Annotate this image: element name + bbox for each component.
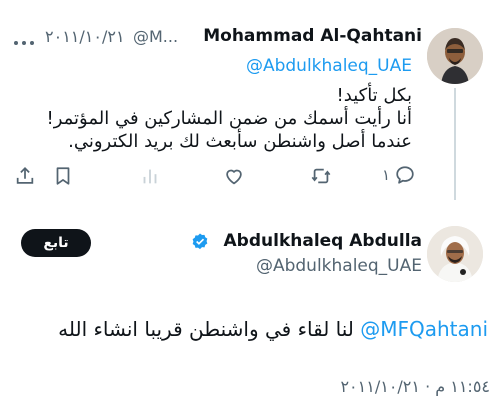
tweet-1-line-2: أنا رأيت أسمك من ضمن المشاركين في المؤتم… [46,108,412,129]
reply-to-mention[interactable]: @Abdulkhaleq_UAE [218,56,412,76]
views-icon[interactable] [139,165,163,189]
tweet-1-author-name[interactable]: Mohammad Al-Qahtani [190,26,422,46]
avatar-mohammad[interactable] [427,28,483,84]
tweet-1: ٢٠١١/١٠/٢١ @M... Mohammad Al-Qahtani @Ab… [0,0,500,200]
reply-icon [394,164,416,190]
reply-count: ١ [382,166,391,184]
mention-mfqahtani[interactable]: @MFQahtani [360,317,488,341]
tweet-1-date[interactable]: ٢٠١١/١٠/٢١ [45,27,129,46]
avatar-abdulkhaleq[interactable] [427,226,483,282]
tweet-1-handle[interactable]: @M... [133,27,189,46]
tweet-1-line-1: بكل تأكيد! [336,85,412,106]
tweet-2-text: لنا لقاء في واشنطن قريبا انشاء الله [58,317,354,341]
tweet-2-body: لنا لقاء في واشنطن قريبا انشاء الله @MFQ… [10,317,488,341]
bookmark-icon[interactable] [52,165,76,189]
verified-badge-icon [190,232,210,252]
reply-action[interactable]: ١ [380,163,420,189]
follow-button[interactable]: تابع [21,229,91,257]
tweet-2-timestamp[interactable]: ١١:٥٤ م · ٢٠١١/١٠/٢١ [20,377,490,396]
tweet-2-author-name[interactable]: Abdulkhaleq Abdulla [210,231,422,251]
retweet-icon[interactable] [310,165,334,189]
like-icon[interactable] [223,165,247,189]
share-icon[interactable] [14,165,38,189]
tweet-2-handle[interactable]: @Abdulkhaleq_UAE [214,256,422,276]
thread-connector [454,88,456,200]
tweet-1-line-3: عندما أصل واشنطن سأبعث لك بريد الكتروني. [68,131,412,152]
tweet-2: تابع Abdulkhaleq Abdulla @Abdulkhaleq_UA… [0,200,500,411]
more-dots-icon[interactable] [12,33,38,45]
